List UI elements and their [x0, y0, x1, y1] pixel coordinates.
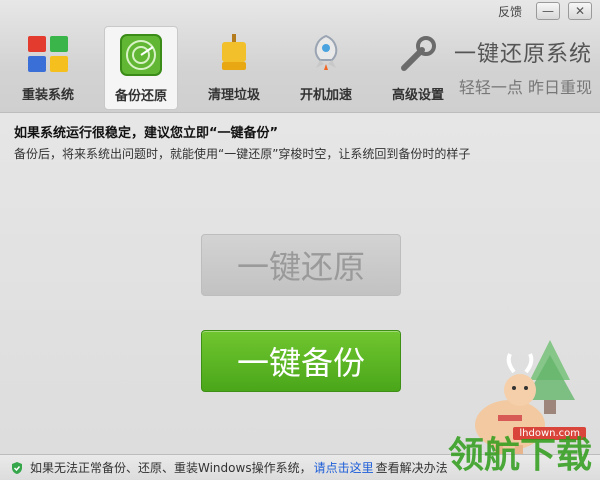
help-link[interactable]: 请点击这里	[314, 459, 374, 476]
rocket-icon	[314, 34, 338, 70]
toolbar: 反馈 — ✕ 重装系统 备份还原 清理垃圾 开机加速 高级设置 一键还原系统 轻…	[0, 0, 600, 113]
watermark-logo: 领航下载	[447, 435, 592, 476]
nav-label: 备份还原	[114, 89, 167, 104]
status-text: 如果无法正常备份、还原、重装Windows操作系统，	[30, 461, 312, 475]
wrench-icon	[401, 36, 436, 71]
shield-check-icon	[12, 461, 22, 474]
broom-icon	[222, 34, 246, 70]
main-nav: 重装系统 备份还原 清理垃圾 开机加速 高级设置	[12, 26, 454, 110]
slogan-subtitle: 轻轻一点 昨日重现	[458, 78, 592, 97]
slogan: 一键还原系统 轻轻一点 昨日重现	[454, 36, 592, 98]
notice-bold: 如果系统运行很稳定，建议您立即“一键备份”	[14, 126, 279, 141]
one-key-restore-button[interactable]: 一键还原	[201, 234, 401, 296]
nav-label: 清理垃圾	[207, 88, 260, 103]
feedback-link[interactable]: 反馈	[498, 3, 522, 20]
windows-logo-icon	[28, 36, 68, 72]
minimize-button[interactable]: —	[536, 2, 560, 20]
status-suffix: 查看解决办法	[375, 461, 448, 475]
nav-label: 高级设置	[391, 88, 444, 103]
close-icon: ✕	[574, 4, 586, 18]
window-controls: 反馈 — ✕	[498, 2, 592, 20]
one-key-backup-button[interactable]: 一键备份	[201, 330, 401, 392]
close-button[interactable]: ✕	[568, 2, 592, 20]
minimize-icon: —	[542, 4, 554, 18]
notice-area: 如果系统运行很稳定，建议您立即“一键备份” 备份后，将来系统出问题时，就能使用“…	[0, 112, 600, 172]
nav-item-clean-junk[interactable]: 清理垃圾	[198, 26, 270, 108]
nav-label: 重装系统	[21, 88, 74, 103]
radar-icon	[120, 34, 162, 76]
nav-label: 开机加速	[299, 88, 352, 103]
app-window: 反馈 — ✕ 重装系统 备份还原 清理垃圾 开机加速 高级设置 一键还原系统 轻…	[0, 0, 600, 480]
notice-desc: 备份后，将来系统出问题时，就能使用“一键还原”穿梭时空，让系统回到备份时的样子	[14, 147, 471, 161]
nav-item-advanced-settings[interactable]: 高级设置	[382, 26, 454, 108]
nav-item-backup-restore[interactable]: 备份还原	[104, 26, 178, 110]
slogan-title: 一键还原系统	[453, 42, 592, 67]
nav-item-reinstall-system[interactable]: 重装系统	[12, 26, 84, 108]
nav-item-boot-acceleration[interactable]: 开机加速	[290, 26, 362, 108]
